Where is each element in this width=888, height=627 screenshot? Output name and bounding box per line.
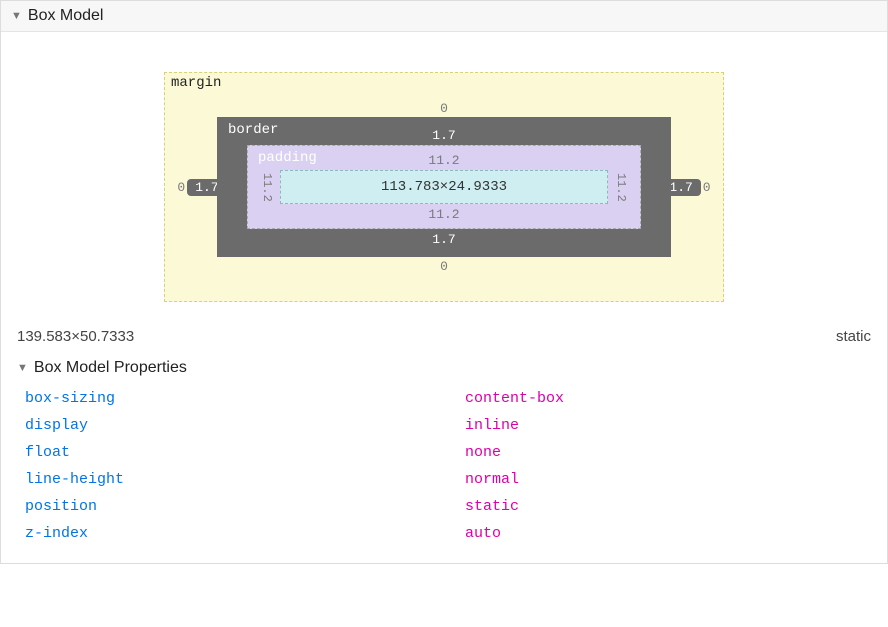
property-name: z-index <box>25 525 465 542</box>
padding-left-value[interactable]: 11.2 <box>260 173 274 202</box>
border-bottom-value[interactable]: 1.7 <box>424 231 463 248</box>
properties-title: Box Model Properties <box>34 359 187 377</box>
property-row[interactable]: positionstatic <box>25 493 863 520</box>
property-name: box-sizing <box>25 390 465 407</box>
property-name: float <box>25 444 465 461</box>
margin-left-value[interactable]: 0 <box>177 180 185 195</box>
property-name: position <box>25 498 465 515</box>
element-position: static <box>836 328 871 345</box>
property-value: none <box>465 444 501 461</box>
content-region[interactable]: 113.783×24.9333 <box>280 170 608 204</box>
property-name: line-height <box>25 471 465 488</box>
chevron-down-icon: ▼ <box>17 362 28 374</box>
property-row[interactable]: line-heightnormal <box>25 466 863 493</box>
property-value: content-box <box>465 390 564 407</box>
property-row[interactable]: box-sizingcontent-box <box>25 385 863 412</box>
box-model-diagram: margin 0 0 1.7 1.7 0 0 border 1.7 <box>1 32 887 322</box>
property-row[interactable]: z-indexauto <box>25 520 863 547</box>
padding-label: padding <box>258 150 317 166</box>
property-row[interactable]: floatnone <box>25 439 863 466</box>
border-region[interactable]: border 1.7 1.7 padding 11.2 11.2 11.2 11… <box>217 117 671 257</box>
padding-region[interactable]: padding 11.2 11.2 11.2 11.2 113.783×24.9… <box>247 145 641 229</box>
border-top-value[interactable]: 1.7 <box>424 127 463 144</box>
properties-list: box-sizingcontent-boxdisplayinlinefloatn… <box>1 385 887 563</box>
property-row[interactable]: displayinline <box>25 412 863 439</box>
box-model-properties-header[interactable]: ▼ Box Model Properties <box>1 355 887 385</box>
box-model-panel: ▼ Box Model margin 0 0 1.7 1.7 0 0 borde… <box>0 0 888 564</box>
property-name: display <box>25 417 465 434</box>
padding-bottom-value[interactable]: 11.2 <box>428 207 459 222</box>
padding-right-value[interactable]: 11.2 <box>614 173 628 202</box>
property-value: inline <box>465 417 519 434</box>
box-model-header[interactable]: ▼ Box Model <box>1 1 887 32</box>
chevron-down-icon: ▼ <box>11 10 22 22</box>
property-value: static <box>465 498 519 515</box>
margin-region[interactable]: margin 0 0 1.7 1.7 0 0 border 1.7 <box>164 72 724 302</box>
size-position-summary: 139.583×50.7333 static <box>1 322 887 355</box>
element-size: 139.583×50.7333 <box>17 328 134 345</box>
margin-bottom-value[interactable]: 0 <box>440 259 448 274</box>
padding-top-value[interactable]: 11.2 <box>428 153 459 168</box>
content-size: 113.783×24.9333 <box>381 179 507 195</box>
property-value: normal <box>465 471 519 488</box>
box-model-title: Box Model <box>28 7 104 25</box>
margin-label: margin <box>171 75 221 91</box>
border-label: border <box>228 122 278 138</box>
margin-top-value[interactable]: 0 <box>440 101 448 116</box>
margin-right-value[interactable]: 0 <box>703 180 711 195</box>
property-value: auto <box>465 525 501 542</box>
